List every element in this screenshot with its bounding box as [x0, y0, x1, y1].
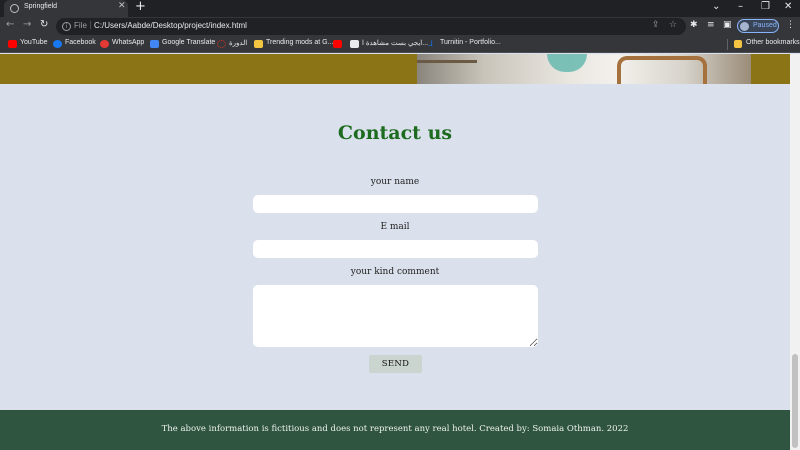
bookmark-label: الدورة: [229, 40, 248, 47]
image-detail: [417, 60, 477, 63]
extensions-icon[interactable]: ✱: [690, 20, 698, 30]
profile-button[interactable]: Paused: [737, 19, 779, 33]
bookmark-star-icon[interactable]: ☆: [669, 20, 677, 30]
other-bookmarks-label: Other bookmarks: [746, 39, 800, 46]
bookmark-label: Google Translate: [162, 39, 216, 46]
email-label: E mail: [380, 222, 410, 232]
bookmark-label: Trending mods at G...: [266, 39, 334, 46]
back-icon[interactable]: ←: [6, 19, 14, 30]
image-detail: [547, 54, 587, 72]
close-tab-icon[interactable]: ✕: [118, 1, 126, 11]
facebook-icon: [53, 40, 62, 48]
menu-icon[interactable]: ⋮: [786, 20, 795, 30]
side-panel-icon[interactable]: ▣: [723, 20, 732, 30]
name-field[interactable]: [253, 195, 538, 213]
bookmark-label: WhatsApp: [112, 39, 145, 46]
footer: The above information is fictitious and …: [0, 410, 790, 450]
name-label: your name: [370, 177, 420, 187]
url-text[interactable]: C:/Users/Aabde/Desktop/project/index.htm…: [94, 21, 247, 30]
page-title: Contact us: [337, 122, 453, 144]
page-icon: [350, 40, 359, 48]
turnitin-icon: ᒧ: [428, 39, 433, 48]
bookmarks-bar: YouTube Facebook WhatsApp Google Transla…: [0, 36, 800, 53]
forward-icon[interactable]: →: [23, 19, 31, 30]
footer-text: The above information is fictitious and …: [161, 424, 629, 434]
info-icon[interactable]: i: [62, 22, 71, 31]
close-window-icon[interactable]: ✕: [784, 1, 792, 12]
folder-icon: [734, 40, 742, 48]
course-icon: [217, 40, 226, 48]
scheme-label: File: [74, 21, 87, 30]
tab-search-icon[interactable]: ⌄: [712, 1, 720, 12]
hero-image: [417, 54, 751, 84]
tab-title: Springfield: [24, 3, 58, 10]
whatsapp-icon: [100, 40, 109, 48]
avatar: [740, 22, 749, 31]
reload-icon[interactable]: ↻: [40, 19, 48, 30]
bookmark-label: Turnitin - Portfolio...: [440, 39, 501, 46]
scrollbar[interactable]: [790, 54, 800, 450]
address-bar[interactable]: i File | C:/Users/Aabde/Desktop/project/…: [56, 18, 686, 35]
send-button[interactable]: SEND: [369, 355, 422, 373]
comment-field[interactable]: [253, 285, 538, 347]
bookmark-label: YouTube: [20, 39, 48, 46]
google-translate-icon: [150, 40, 159, 48]
restore-icon[interactable]: ❐: [761, 1, 770, 12]
comment-label: your kind comment: [350, 267, 440, 277]
browser-toolbar: ← → ↻ i File | C:/Users/Aabde/Desktop/pr…: [0, 17, 800, 36]
browser-tab[interactable]: Springfield ✕: [4, 0, 128, 17]
image-detail: [617, 56, 707, 84]
globe-icon: [10, 4, 19, 13]
bookmark-label: Facebook: [65, 39, 96, 46]
bookmarks-divider: [727, 39, 728, 50]
youtube-icon: [333, 40, 342, 48]
hero-section: [0, 54, 790, 84]
youtube-icon: [8, 40, 17, 48]
bookmark-label: ايجي بست مشاهدة ا...: [362, 40, 429, 47]
share-icon[interactable]: ⇪: [652, 20, 660, 30]
mods-icon: [254, 40, 263, 48]
media-control-icon[interactable]: ≡: [707, 20, 715, 30]
profile-status: Paused: [753, 22, 777, 29]
scrollbar-thumb[interactable]: [792, 354, 798, 448]
minimize-icon[interactable]: –: [738, 1, 743, 12]
page-viewport: Contact us your name E mail your kind co…: [0, 54, 790, 450]
browser-titlebar: Springfield ✕ + ⌄ – ❐ ✕: [0, 0, 800, 17]
new-tab-icon[interactable]: +: [135, 0, 146, 14]
email-field[interactable]: [253, 240, 538, 258]
url-separator: |: [89, 20, 92, 29]
